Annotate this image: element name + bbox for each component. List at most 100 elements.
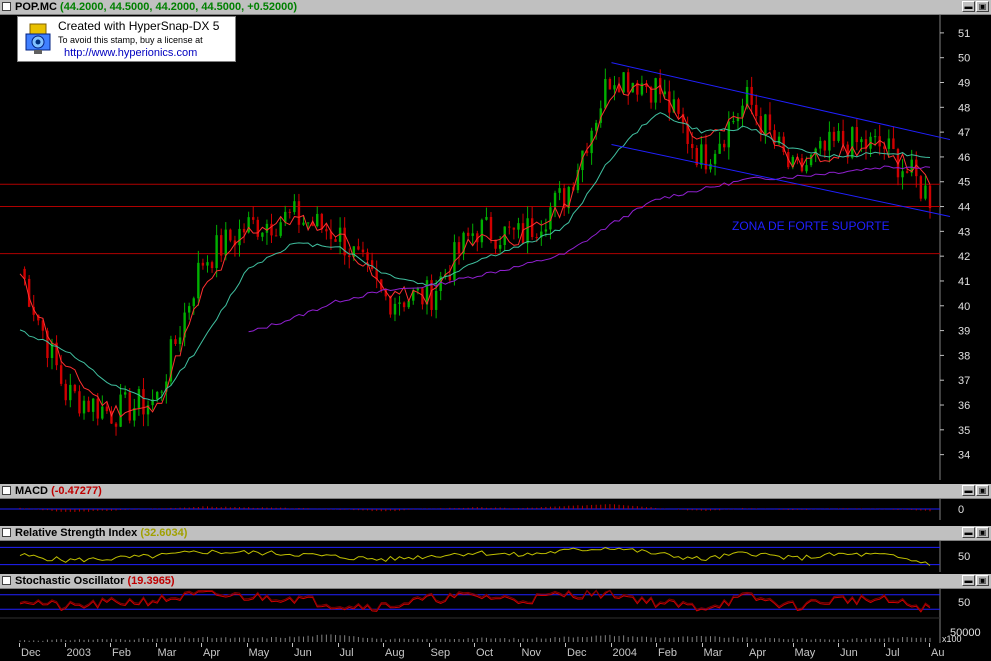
stoch-title: Stochastic Oscillator (19.3965) (15, 574, 175, 588)
stamp-link[interactable]: http://www.hyperionics.com (64, 47, 197, 59)
x-tick (383, 643, 384, 647)
y-tick-label: 40 (958, 301, 970, 313)
candle-body (297, 201, 301, 225)
macd-titlebar[interactable]: MACD (-0.47277) ▬ ▣ (0, 484, 991, 499)
maximize-icon[interactable]: ▣ (976, 485, 989, 496)
candle-body (466, 232, 470, 236)
candle-body (489, 216, 493, 240)
minimize-icon[interactable]: ▬ (962, 1, 975, 12)
candle-body (855, 127, 859, 143)
candle-body (553, 192, 557, 208)
rsi-value: (32.6034) (140, 527, 188, 539)
x-tick (656, 643, 657, 647)
y-tick-label: 41 (958, 276, 970, 288)
x-tick-label: Oct (476, 647, 494, 659)
x-tick (610, 643, 612, 647)
x-tick-label: Mar (157, 647, 177, 659)
candle-body (265, 223, 269, 233)
stoch-titlebar[interactable]: Stochastic Oscillator (19.3965) ▬ ▣ (0, 574, 991, 589)
candle-body (823, 140, 827, 151)
panel-menu-icon[interactable] (2, 486, 11, 495)
candle-body (101, 406, 104, 419)
rsi-panel: Relative Strength Index (32.6034) ▬ ▣ 50 (0, 526, 991, 572)
x-tick (929, 643, 930, 647)
candle-body (530, 218, 534, 238)
x-tick (792, 643, 794, 647)
candle-body (357, 246, 360, 250)
candle-body (704, 144, 708, 170)
y-tick-label: 37 (958, 375, 970, 387)
candle-body (279, 222, 282, 236)
minimize-icon[interactable]: ▬ (962, 575, 975, 586)
candle-body (485, 216, 488, 220)
panel-menu-icon[interactable] (2, 528, 11, 537)
maximize-icon[interactable]: ▣ (976, 1, 989, 12)
x-tick-label: Jul (339, 647, 354, 659)
price-chart[interactable]: 34 35 36 37 38 39 40 41 42 43 44 45 46 47 48 49 50 51 ZONA… (0, 14, 991, 480)
panel-menu-icon[interactable] (2, 2, 11, 11)
stoch-chart[interactable]: 5050000x100 (0, 588, 991, 643)
x-tick-label: Feb (658, 647, 677, 659)
hypersnap-stamp: Created with HyperSnap-DX 5 To avoid thi… (17, 16, 236, 62)
candle-body (320, 213, 324, 230)
x-tick (246, 643, 248, 647)
minimize-icon[interactable]: ▬ (962, 485, 975, 496)
panel-menu-icon[interactable] (2, 576, 11, 585)
rsi-line (19, 547, 931, 566)
candle-body (252, 217, 255, 220)
price-panel-titlebar[interactable]: POP.MC (44.2000, 44.5000, 44.2000, 44.50… (0, 0, 991, 15)
x-tick-label: Jul (885, 647, 900, 659)
macd-label: MACD (15, 485, 48, 497)
x-tick-label: Apr (749, 647, 767, 659)
candle-body (302, 222, 305, 225)
maximize-icon[interactable]: ▣ (976, 527, 989, 538)
candle-body (851, 127, 854, 158)
candle-body (160, 391, 163, 393)
candle-body (59, 365, 63, 384)
candle-body (892, 138, 895, 150)
x-tick (428, 643, 430, 647)
candle-body (718, 143, 721, 154)
candle-body (82, 400, 86, 414)
candle-body (745, 86, 749, 106)
candle-body (366, 252, 369, 261)
x-tick (337, 643, 339, 647)
candle-body (544, 229, 548, 232)
candle-body (604, 78, 607, 109)
candle-body (928, 185, 932, 209)
candle-body (457, 242, 461, 254)
y-tick-label: 48 (958, 102, 970, 114)
price-title: POP.MC (44.2000, 44.5000, 44.2000, 44.50… (15, 0, 297, 14)
x-tick-label: Nov (521, 647, 542, 659)
macd-panel: MACD (-0.47277) ▬ ▣ 0 (0, 484, 991, 520)
candle-body (174, 339, 177, 344)
rsi-titlebar[interactable]: Relative Strength Index (32.6034) ▬ ▣ (0, 526, 991, 541)
x-tick-label: Jun (294, 647, 312, 659)
candle-body (393, 303, 397, 315)
maximize-icon[interactable]: ▣ (976, 575, 989, 586)
candle-body (137, 389, 141, 409)
candle-body (370, 260, 374, 269)
minimize-icon[interactable]: ▬ (962, 527, 975, 538)
x-tick (565, 643, 566, 647)
candle-body (526, 218, 529, 244)
rsi-chart[interactable]: 50 (0, 540, 991, 572)
candle-body (713, 153, 717, 164)
candle-body (293, 201, 296, 213)
candle-body (480, 219, 484, 243)
candle-body (238, 228, 241, 246)
candle-body (622, 72, 625, 93)
x-tick-label: May (794, 647, 816, 659)
x-tick (19, 643, 20, 647)
x-tick (747, 643, 748, 647)
support-annotation: ZONA DE FORTE SUPORTE (732, 219, 890, 233)
x-tick (110, 643, 111, 647)
candle-body (256, 219, 259, 237)
macd-chart[interactable]: 0 (0, 498, 991, 520)
candle-body (325, 229, 328, 232)
candle-body (919, 176, 923, 199)
date-axis: Dec 2003 Feb Mar Apr May Jun Jul Aug Sep Oct Nov Dec… (0, 643, 991, 661)
candle-body (224, 229, 227, 256)
candle-body (215, 235, 218, 269)
y-tick-label: 36 (958, 400, 970, 412)
